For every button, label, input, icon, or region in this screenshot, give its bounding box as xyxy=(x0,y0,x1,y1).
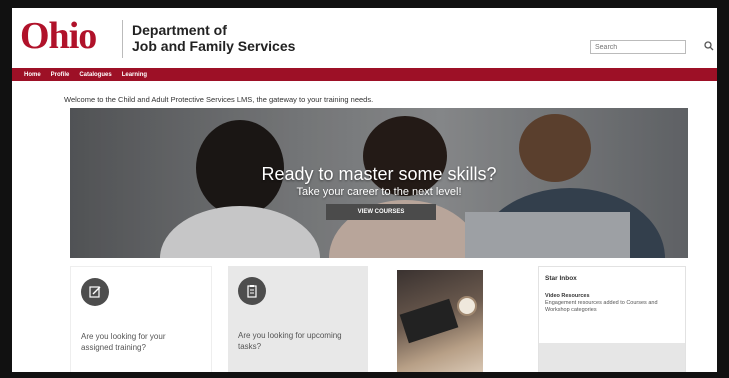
nav-item-profile[interactable]: Profile xyxy=(51,72,70,78)
hero-title: Ready to master some skills? xyxy=(261,164,497,184)
view-courses-button[interactable]: VIEW COURSES xyxy=(326,204,436,220)
upcoming-tasks-text: Are you looking for upcoming tasks? xyxy=(238,331,342,351)
main-nav: Home Profile Catalogues Learning xyxy=(12,68,717,81)
edit-document-icon xyxy=(81,278,109,306)
assigned-training-card[interactable]: Are you looking for your assigned traini… xyxy=(70,266,212,372)
inbox-title: Star Inbox xyxy=(545,275,577,282)
nav-item-catalogues[interactable]: Catalogues xyxy=(79,72,111,78)
search-icon[interactable] xyxy=(702,38,716,54)
browser-page: Ohio Department of Job and Family Servic… xyxy=(12,8,717,372)
inbox-panel: Star Inbox Video Resources Engagement re… xyxy=(538,266,686,372)
upcoming-tasks-card[interactable]: Are you looking for upcoming tasks? xyxy=(228,266,368,372)
welcome-text: Welcome to the Child and Adult Protectiv… xyxy=(64,95,374,104)
laptop-photo-card xyxy=(397,266,511,372)
department-line-2: Job and Family Services xyxy=(132,38,296,54)
assigned-training-text: Are you looking for your assigned traini… xyxy=(81,332,166,352)
inbox-item[interactable]: Video Resources Engagement resources add… xyxy=(545,293,673,314)
logo-divider xyxy=(122,20,123,58)
search-input[interactable] xyxy=(590,40,686,54)
laptop-shape xyxy=(399,298,459,344)
hero-banner: Ready to master some skills? Take your c… xyxy=(70,108,688,258)
site-header: Ohio Department of Job and Family Servic… xyxy=(12,8,717,68)
nav-item-home[interactable]: Home xyxy=(24,72,41,78)
coffee-cup-shape xyxy=(457,296,477,316)
department-line-1: Department of xyxy=(132,22,227,38)
inbox-item-detail: Engagement resources added to Courses an… xyxy=(545,300,658,313)
ohio-logo[interactable]: Ohio xyxy=(20,14,97,58)
hero-subtitle: Take your career to the next level! xyxy=(296,186,462,198)
inbox-footer-block xyxy=(539,343,685,372)
inbox-item-title: Video Resources xyxy=(545,293,590,299)
department-name: Department of Job and Family Services xyxy=(132,22,295,54)
nav-item-learning[interactable]: Learning xyxy=(122,72,147,78)
laptop-photo xyxy=(397,270,483,372)
clipboard-icon xyxy=(238,277,266,305)
